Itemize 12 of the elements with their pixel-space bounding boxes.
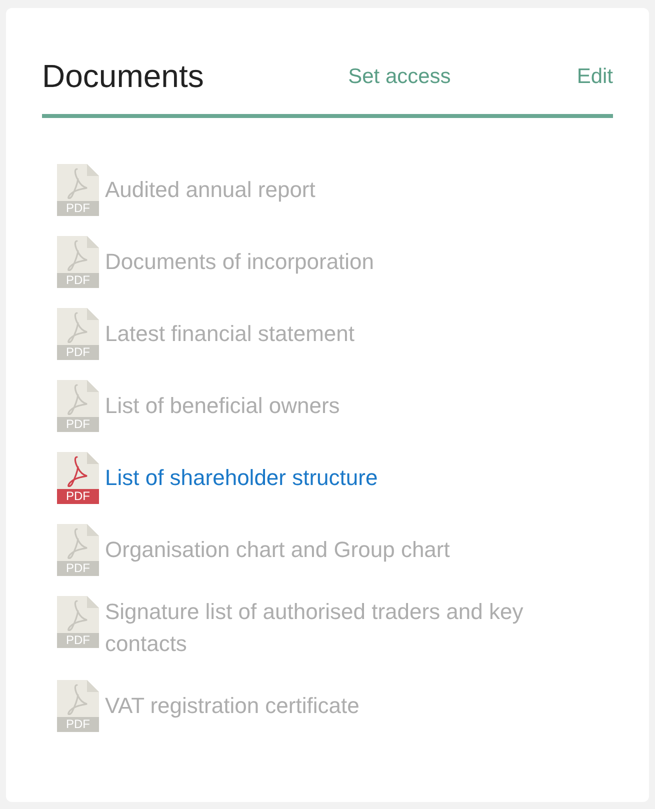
file-type-label: PDF xyxy=(57,201,99,216)
file-type-label: PDF xyxy=(57,561,99,576)
panel-link[interactable]: Edit xyxy=(576,61,613,93)
file-type-label: PDF xyxy=(57,489,99,504)
file-type-label: PDF xyxy=(57,273,99,288)
panel-title: Documents xyxy=(42,57,204,96)
document-link[interactable]: List of shareholder structure xyxy=(105,462,378,494)
panel-link[interactable]: Set access xyxy=(348,61,451,93)
file-type-label: PDF xyxy=(57,633,99,648)
file-type-label: PDF xyxy=(57,345,99,360)
file-type-label: PDF xyxy=(57,417,99,432)
file-type-label: PDF xyxy=(57,717,99,732)
